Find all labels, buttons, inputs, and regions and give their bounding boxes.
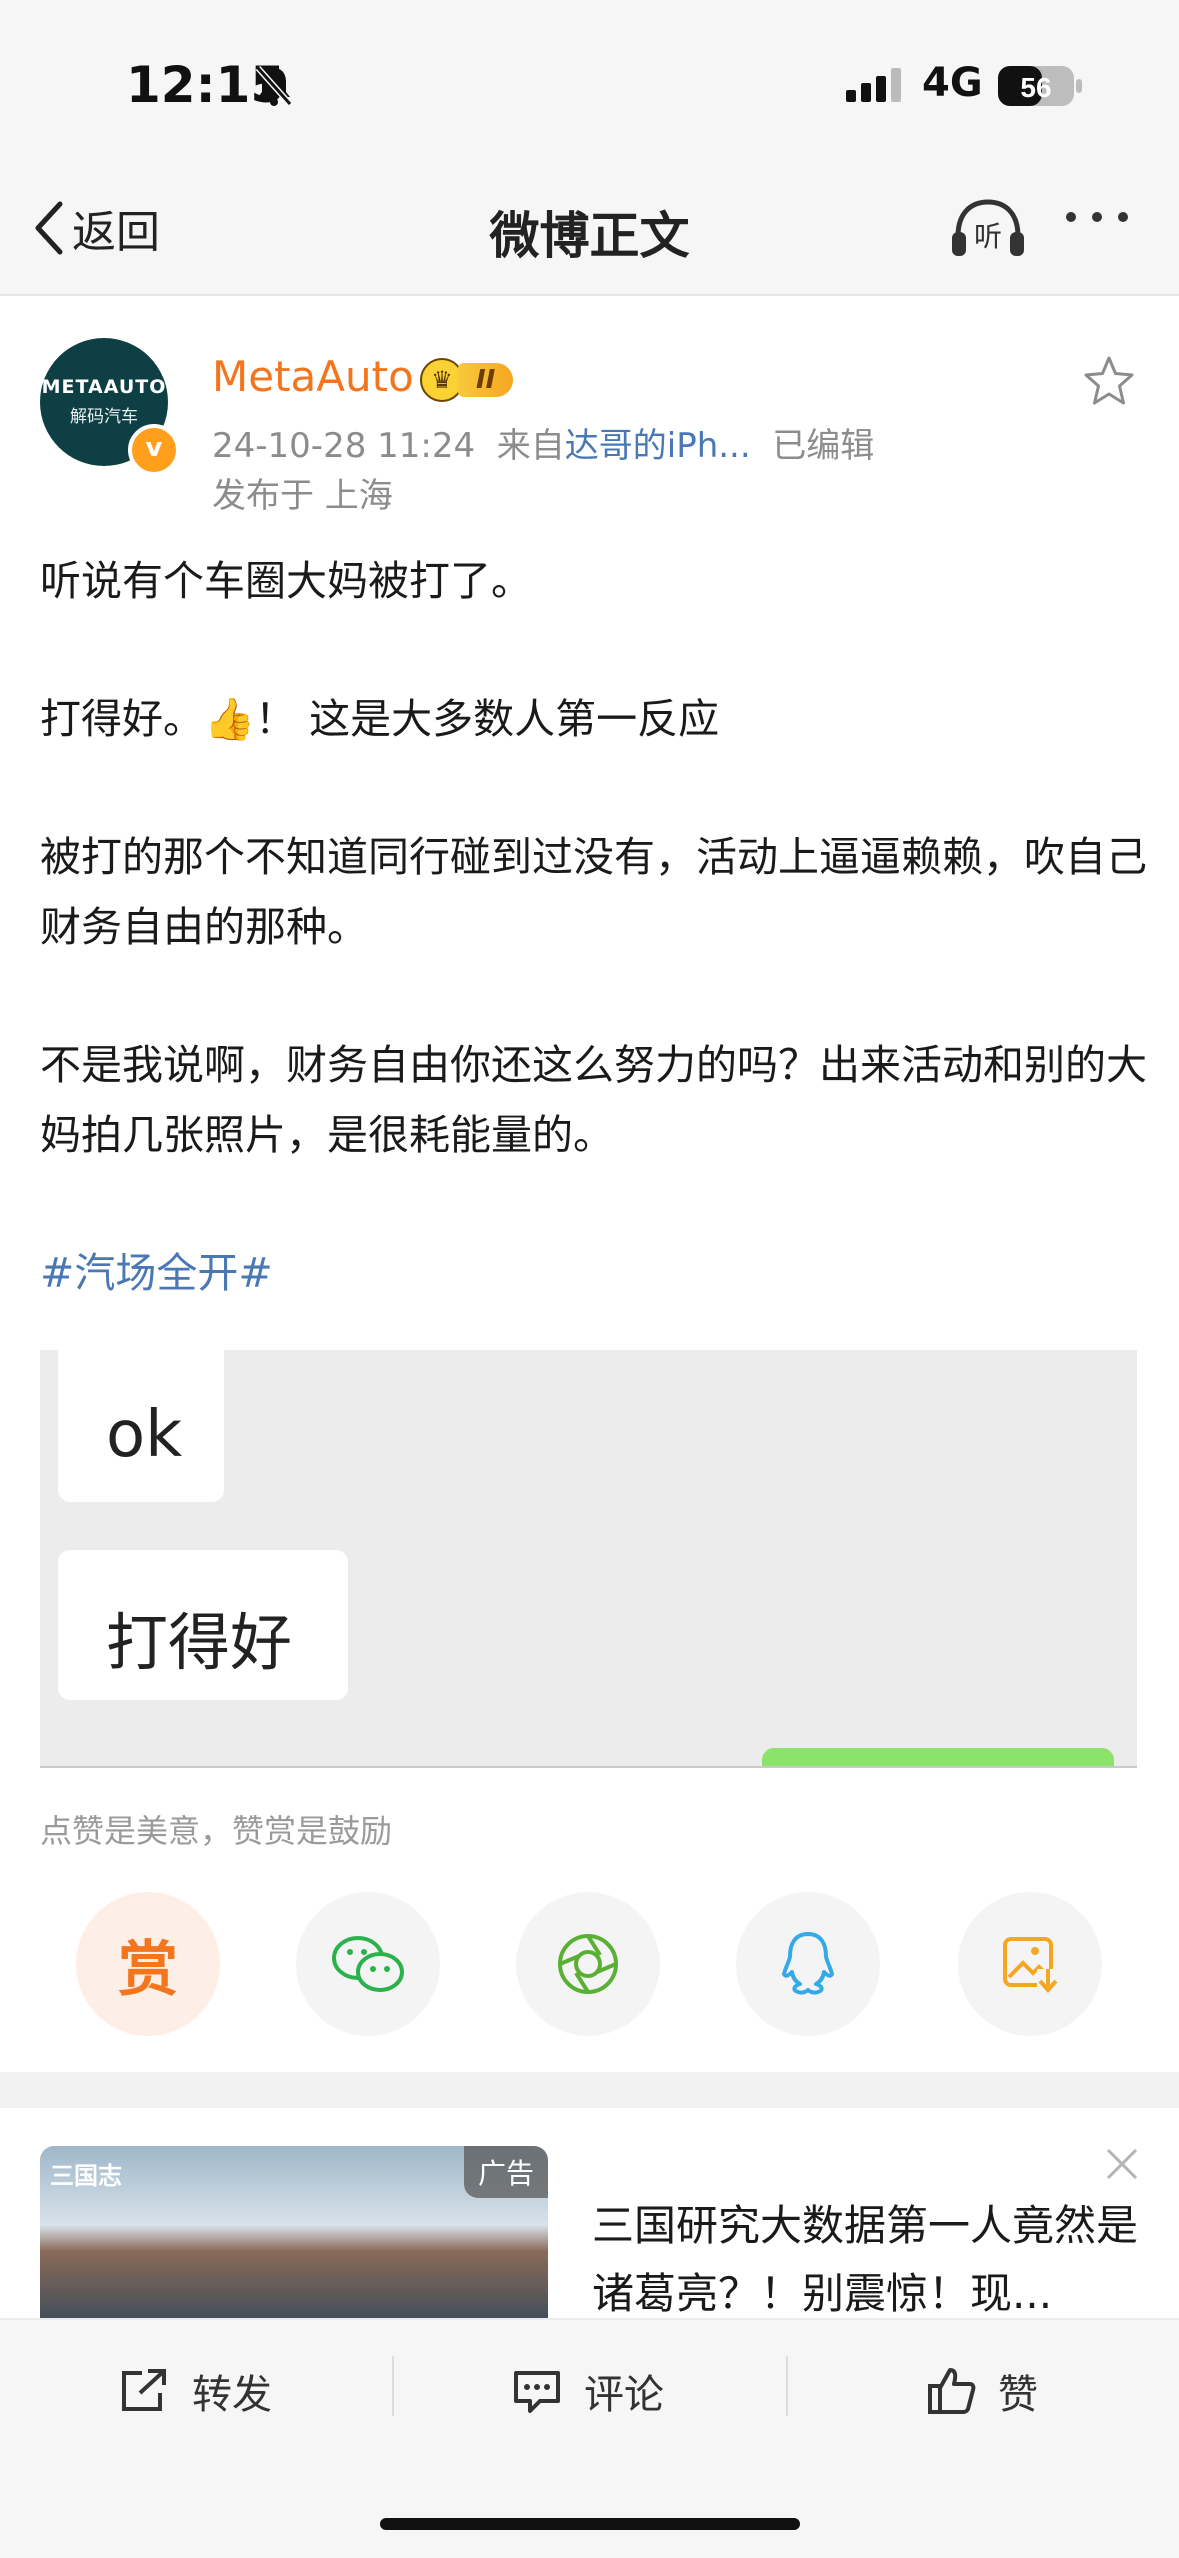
avatar-logo-text: METAAUTO — [41, 376, 167, 398]
share-moments-button[interactable] — [516, 1892, 660, 2036]
edited-label: 已编辑 — [772, 426, 875, 466]
source-prefix: 来自 — [496, 426, 565, 466]
save-image-button[interactable] — [958, 1892, 1102, 2036]
post-content: 听说有个车圈大妈被打了。 打得好。👍！ 这是大多数人第一反应 被打的那个不知道同… — [40, 546, 1150, 1376]
battery-level: 56 — [1020, 72, 1051, 103]
save-image-icon — [1003, 1937, 1059, 1994]
wechat-icon — [332, 1936, 404, 1992]
repost-icon — [122, 2369, 166, 2411]
post-paragraph: 被打的那个不知道同行碰到过没有，活动上逼逼赖赖，吹自己财务自由的那种。 — [40, 833, 1147, 951]
ad-tag: 广告 — [463, 2146, 548, 2198]
reward-icon: 赏 — [118, 1934, 178, 2005]
comment-button[interactable]: 评论 — [512, 2362, 664, 2420]
divider — [392, 2356, 394, 2416]
share-wechat-button[interactable] — [296, 1892, 440, 2036]
more-button[interactable] — [1066, 212, 1128, 222]
verified-badge-icon: v — [128, 424, 180, 476]
ad-text[interactable]: 三国研究大数据第一人竟然是诸葛亮？！别震惊！现... — [592, 2192, 1152, 2328]
post-paragraph: 不是我说啊，财务自由你还这么努力的吗？出来活动和别的大妈拍几张照片，是很耗能量的… — [40, 1041, 1147, 1159]
post-paragraph: 打得好。👍！ 这是大多数人第一反应 — [40, 695, 720, 743]
avatar-logo-subtext: 解码汽车 — [70, 407, 138, 427]
comment-icon — [514, 2371, 560, 2413]
close-ad-icon[interactable] — [1104, 2146, 1140, 2186]
repost-label: 转发 — [192, 2372, 272, 2418]
signal-icon — [846, 68, 906, 108]
ad-logo: 三国志 — [50, 2162, 122, 2190]
post-meta: 24-10-28 11:24 来自达哥的iPh... 已编辑 — [212, 418, 874, 467]
headphones-icon: 听 — [952, 199, 1024, 256]
vip-badge[interactable]: ♛ II — [420, 358, 514, 402]
home-indicator — [380, 2518, 800, 2530]
like-button[interactable]: 赞 — [926, 2362, 1038, 2420]
share-qq-button[interactable] — [736, 1892, 880, 2036]
battery-icon: 56 — [998, 64, 1084, 112]
vip-level: II — [458, 363, 514, 397]
hashtag-link[interactable]: #汽场全开# — [40, 1238, 1150, 1308]
post-date: 24-10-28 11:24 — [212, 426, 476, 466]
post-paragraph: 听说有个车圈大妈被打了。 — [40, 557, 532, 605]
section-divider — [0, 2072, 1179, 2108]
username[interactable]: MetaAuto — [212, 352, 414, 401]
chat-bubble: 打得好 — [58, 1550, 348, 1700]
favorite-star-icon[interactable] — [1082, 354, 1136, 412]
svg-text:听: 听 — [974, 220, 1002, 253]
chat-bubble-text: ok — [106, 1398, 183, 1472]
listen-button[interactable]: 听 — [950, 196, 1026, 264]
reward-tip: 点赞是美意，赞赏是鼓励 — [40, 1812, 393, 1850]
post-image[interactable]: ok 打得好 — [40, 1350, 1137, 1768]
moments-icon — [558, 1934, 618, 1994]
repost-button[interactable]: 转发 — [118, 2362, 272, 2420]
comment-label: 评论 — [584, 2372, 664, 2418]
network-type: 4G — [922, 60, 983, 106]
reward-button[interactable]: 赏 — [76, 1892, 220, 2036]
chat-bubble: ok — [58, 1350, 224, 1502]
silent-bell-icon — [254, 64, 294, 112]
thumbs-up-icon — [928, 2368, 976, 2414]
like-label: 赞 — [998, 2372, 1038, 2418]
post-source-link[interactable]: 达哥的iPh... — [565, 426, 751, 466]
chat-bubble-green — [762, 1748, 1114, 1766]
qq-icon — [782, 1932, 834, 1995]
divider — [786, 2356, 788, 2416]
chat-bubble-text: 打得好 — [106, 1606, 293, 1679]
ad-image[interactable]: 三国志 广告 — [40, 2146, 548, 2322]
post-location: 发布于 上海 — [212, 476, 393, 516]
